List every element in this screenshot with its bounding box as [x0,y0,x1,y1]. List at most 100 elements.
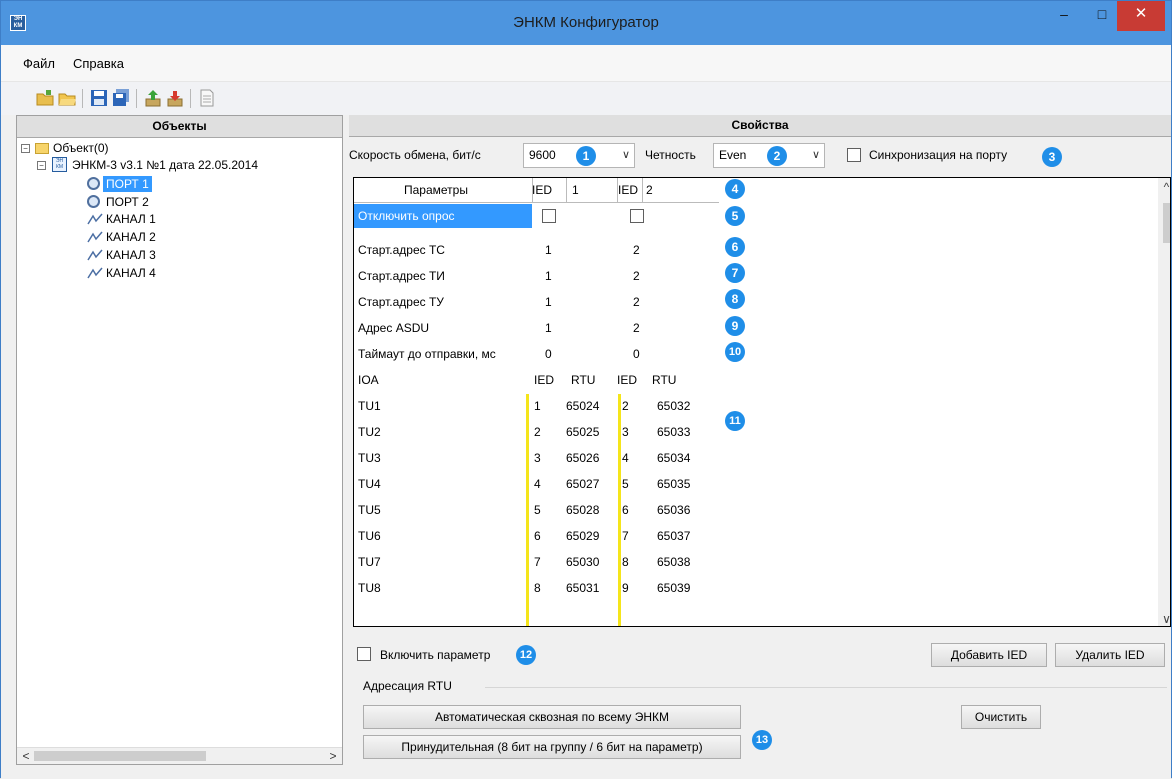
enable-param-checkbox[interactable] [357,647,371,661]
param-name: Старт.адрес ТУ [358,295,444,309]
remove-ied-button[interactable]: Удалить IED [1055,643,1165,667]
ioa-rtu2-cell[interactable]: 65034 [657,446,690,470]
ioa-rtu2-cell[interactable]: 65035 [657,472,690,496]
ioa-rtu2-cell[interactable]: 65032 [657,394,690,418]
menu-file[interactable]: Файл [23,56,55,71]
param-value[interactable]: 1 [545,264,552,288]
new-folder-icon[interactable] [35,88,55,108]
vertical-scrollbar[interactable]: ^ ∨ [1158,178,1170,626]
horizontal-scrollbar[interactable]: < > [17,747,342,764]
ioa-ied2-cell[interactable]: 7 [622,524,629,548]
save-all-icon[interactable] [111,88,131,108]
maximize-button[interactable]: □ [1083,1,1121,31]
channel-icon [87,213,103,225]
add-ied-button[interactable]: Добавить IED [931,643,1047,667]
grid-header-ied1-num: 1 [572,183,579,197]
tree-item-port-2[interactable]: ПОРТ 2 [106,194,149,210]
sync-checkbox[interactable] [847,148,861,162]
badge-4: 4 [725,179,745,199]
minimize-button[interactable]: – [1045,1,1083,31]
parameters-grid[interactable]: Параметры IED 1 IED 2 Отключить опрос Ст… [353,177,1171,627]
param-value[interactable]: 2 [633,290,640,314]
scroll-right-icon[interactable]: > [325,749,341,764]
objects-panel: Объекты − Объект(0) − ЭН КМ ЭНКМ-3 v3.1 … [16,115,343,765]
ioa-ied1-cell[interactable]: 7 [534,550,541,574]
tree-item-channel-3[interactable]: КАНАЛ 3 [106,247,156,263]
param-value[interactable]: 2 [633,264,640,288]
tree-root[interactable]: Объект(0) [53,140,109,156]
upload-icon[interactable] [143,88,163,108]
param-value[interactable]: 1 [545,290,552,314]
ioa-ied1-cell[interactable]: 4 [534,472,541,496]
scroll-left-icon[interactable]: < [18,749,34,764]
tree-device[interactable]: ЭНКМ-3 v3.1 №1 дата 22.05.2014 [72,157,258,173]
tree-item-channel-4[interactable]: КАНАЛ 4 [106,265,156,281]
param-name: Старт.адрес ТС [358,243,445,257]
ioa-ied1-cell[interactable]: 3 [534,446,541,470]
disable-poll-ied2-checkbox[interactable] [630,209,644,223]
scroll-down-icon[interactable]: ∨ [1158,612,1170,626]
save-icon[interactable] [89,88,109,108]
ioa-name-cell: TU4 [358,477,381,491]
ioa-col-ied2: IED [617,373,638,387]
scroll-up-icon[interactable]: ^ [1158,180,1170,194]
ioa-ied2-cell[interactable]: 4 [622,446,629,470]
ioa-rtu1-cell[interactable]: 65028 [566,498,599,522]
ioa-name-cell: TU2 [358,425,381,439]
param-value[interactable]: 0 [545,342,552,366]
scroll-thumb[interactable] [1163,203,1170,243]
ioa-rtu1-cell[interactable]: 65024 [566,394,599,418]
ioa-rtu2-cell[interactable]: 65037 [657,524,690,548]
ioa-rtu1-cell[interactable]: 65029 [566,524,599,548]
ioa-rtu1-cell[interactable]: 65027 [566,472,599,496]
document-icon[interactable] [197,88,217,108]
grid-header-ied1: IED [532,183,553,197]
badge-12: 12 [516,645,536,665]
ioa-ied1-cell[interactable]: 5 [534,498,541,522]
param-value[interactable]: 1 [545,238,552,262]
download-icon[interactable] [165,88,185,108]
tree-expander[interactable]: − [37,161,46,170]
ioa-rtu2-cell[interactable]: 65036 [657,498,690,522]
ioa-rtu1-cell[interactable]: 65030 [566,550,599,574]
port-icon [87,195,100,208]
ioa-ied1-cell[interactable]: 2 [534,420,541,444]
ioa-rtu1-cell[interactable]: 65025 [566,420,599,444]
ioa-ied1-cell[interactable]: 6 [534,524,541,548]
param-value[interactable]: 2 [633,238,640,262]
tree-item-channel-1[interactable]: КАНАЛ 1 [106,211,156,227]
close-button[interactable]: ✕ [1117,1,1165,31]
open-folder-icon[interactable] [57,88,77,108]
ioa-rtu1-cell[interactable]: 65031 [566,576,599,600]
ioa-rtu2-cell[interactable]: 65033 [657,420,690,444]
badge-3: 3 [1042,147,1062,167]
ioa-rtu1-cell[interactable]: 65026 [566,446,599,470]
param-value[interactable]: 2 [633,316,640,340]
forced-addressing-button[interactable]: Принудительная (8 бит на группу / 6 бит … [363,735,741,759]
ioa-ied1-cell[interactable]: 8 [534,576,541,600]
param-value[interactable]: 1 [545,316,552,340]
header-divider [532,178,533,203]
ioa-ied2-cell[interactable]: 5 [622,472,629,496]
ioa-ied2-cell[interactable]: 3 [622,420,629,444]
tree-expander[interactable]: − [21,144,30,153]
scroll-thumb[interactable] [34,751,206,761]
ioa-rtu2-cell[interactable]: 65039 [657,576,690,600]
ioa-name-cell: TU6 [358,529,381,543]
disable-poll-ied1-checkbox[interactable] [542,209,556,223]
ioa-ied2-cell[interactable]: 9 [622,576,629,600]
ioa-name-cell: TU7 [358,555,381,569]
param-row-disable-polling[interactable]: Отключить опрос [354,204,532,228]
menu-help[interactable]: Справка [73,56,124,71]
ioa-ied2-cell[interactable]: 2 [622,394,629,418]
tree-item-port-1[interactable]: ПОРТ 1 [103,176,152,192]
auto-addressing-button[interactable]: Автоматическая сквозная по всему ЭНКМ [363,705,741,729]
ioa-ied2-cell[interactable]: 6 [622,498,629,522]
badge-2: 2 [767,146,787,166]
ioa-rtu2-cell[interactable]: 65038 [657,550,690,574]
tree-item-channel-2[interactable]: КАНАЛ 2 [106,229,156,245]
param-value[interactable]: 0 [633,342,640,366]
clear-button[interactable]: Очистить [961,705,1041,729]
ioa-ied2-cell[interactable]: 8 [622,550,629,574]
ioa-ied1-cell[interactable]: 1 [534,394,541,418]
